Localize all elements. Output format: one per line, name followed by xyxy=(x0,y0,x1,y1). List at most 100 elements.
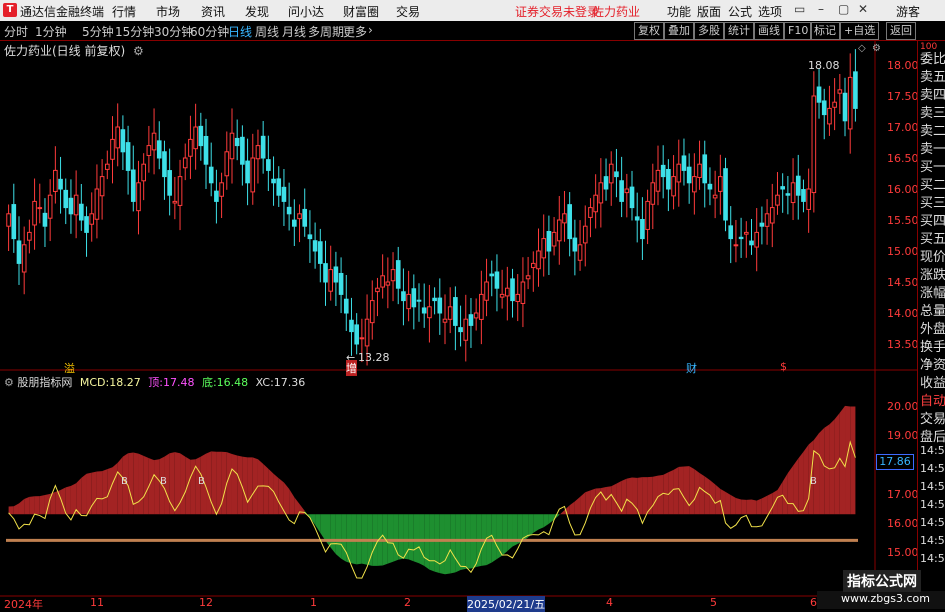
candle-body xyxy=(63,189,69,209)
overlay-button[interactable]: 叠加 xyxy=(664,22,694,40)
indicator-area-down xyxy=(533,514,539,533)
price-tick: 14.00 xyxy=(887,307,919,320)
indicator-area-up xyxy=(44,493,51,515)
tab-monthly[interactable]: 月线 xyxy=(282,23,306,40)
login-alert[interactable]: 证券交易未登录 xyxy=(515,3,599,20)
candle-body xyxy=(406,293,411,310)
message-icon[interactable]: ▭ xyxy=(794,2,805,16)
multi-stock-button[interactable]: 多股 xyxy=(694,22,724,40)
settings-icon[interactable]: ⚙ xyxy=(4,376,14,389)
indicator-area-up xyxy=(70,483,77,515)
tab-5min[interactable]: 5分钟 xyxy=(82,23,114,40)
event-mark[interactable]: 增 xyxy=(346,360,357,376)
watermark-url: www.zbgs3.com xyxy=(841,592,930,605)
candle-body xyxy=(811,95,817,194)
menu-hangqing[interactable]: 行情 xyxy=(112,3,136,20)
tab-daily[interactable]: 日线 xyxy=(228,23,252,40)
candle-body xyxy=(718,176,723,192)
xc-value: 17.36 xyxy=(273,376,306,389)
candle-body xyxy=(842,92,848,122)
event-mark[interactable]: $ xyxy=(780,360,787,373)
tab-fenshi[interactable]: 分时 xyxy=(4,23,28,40)
candle-body xyxy=(468,314,474,326)
candle-body xyxy=(214,190,219,202)
menu-shichang[interactable]: 市场 xyxy=(156,3,180,20)
candle-body xyxy=(203,135,209,165)
stats-button[interactable]: 统计 xyxy=(724,22,754,40)
menu-xuanxiang[interactable]: 选项 xyxy=(758,3,782,20)
tab-more[interactable]: 更多 xyxy=(343,23,367,40)
minimize-icon[interactable]: – xyxy=(818,2,824,16)
label-after-hours[interactable]: 盘后 xyxy=(920,426,945,445)
indicator-area-down xyxy=(398,514,404,560)
indicator-name[interactable]: 股朋指标网 xyxy=(17,376,72,389)
candle-body xyxy=(821,100,827,116)
candle-body xyxy=(588,207,593,218)
restore-icon[interactable]: ▢ xyxy=(838,2,849,16)
close-icon[interactable]: ✕ xyxy=(858,2,868,16)
menu-gongshi[interactable]: 公式 xyxy=(728,3,752,20)
indicator-area-up xyxy=(128,452,134,515)
indicator-area-up xyxy=(793,458,799,515)
candle-body xyxy=(260,135,266,159)
menu-jiaoyi[interactable]: 交易 xyxy=(396,3,420,20)
f10-button[interactable]: F10 xyxy=(784,22,813,40)
menu-gongneng[interactable]: 功能 xyxy=(667,3,691,20)
candle-body xyxy=(790,182,796,204)
candle-body xyxy=(634,216,640,221)
tab-15min[interactable]: 15分钟 xyxy=(115,23,154,40)
tab-60min[interactable]: 60分钟 xyxy=(190,23,229,40)
add-watchlist-button[interactable]: +自选 xyxy=(840,22,880,40)
candle-body xyxy=(198,125,204,147)
label-trade[interactable]: 交易 xyxy=(920,408,945,427)
candle-body xyxy=(442,318,448,323)
indicator-area-up xyxy=(590,488,596,515)
chevron-right-icon[interactable]: › xyxy=(368,23,373,37)
time-tick: 6 xyxy=(810,596,817,609)
label-sell5: 卖五 xyxy=(920,70,945,85)
candle-body xyxy=(785,193,791,196)
candle-body xyxy=(525,275,531,280)
restore-rights-button[interactable]: 复权 xyxy=(634,22,664,40)
candle-body xyxy=(551,231,557,247)
back-button[interactable]: 返回 xyxy=(886,22,916,40)
tab-weekly[interactable]: 周线 xyxy=(255,23,279,40)
menu-faxian[interactable]: 发现 xyxy=(245,3,269,20)
candle-body xyxy=(395,260,401,289)
menu-wenxiaoda[interactable]: 问小达 xyxy=(288,3,324,20)
bottom-label: 底: xyxy=(201,376,217,389)
time-tick: 2 xyxy=(404,596,411,609)
indicator-area-up xyxy=(574,496,581,515)
indicator-area-up xyxy=(24,496,30,515)
menu-zixun[interactable]: 资讯 xyxy=(201,3,225,20)
menu-caifuquan[interactable]: 财富圈 xyxy=(343,3,379,20)
draw-line-button[interactable]: 画线 xyxy=(754,22,784,40)
indicator-area-up xyxy=(715,484,721,515)
diamond-icon[interactable]: ◇ xyxy=(858,43,866,54)
candle-body xyxy=(801,189,806,202)
candle-body xyxy=(816,86,822,103)
tab-multi-period[interactable]: 多周期 xyxy=(308,23,344,40)
settings-small-icon[interactable]: ⚙ xyxy=(872,43,881,54)
candle-body xyxy=(562,213,567,224)
candle-body xyxy=(333,266,339,283)
menu-banmian[interactable]: 版面 xyxy=(697,3,721,20)
indicator-area-down xyxy=(335,514,342,559)
event-mark[interactable]: 财 xyxy=(686,360,697,376)
indicator-area-up xyxy=(709,480,716,515)
buy-mark: B xyxy=(810,476,817,487)
watermark-text: 指标公式网 xyxy=(843,570,921,592)
label-auto[interactable]: 自动 xyxy=(920,390,945,409)
candle-body xyxy=(795,175,801,196)
candle-body xyxy=(110,138,115,160)
candle-body xyxy=(219,182,224,197)
indicator-area-up xyxy=(746,499,752,515)
tab-30min[interactable]: 30分钟 xyxy=(154,23,193,40)
candle-body xyxy=(354,324,359,345)
tab-1min[interactable]: 1分钟 xyxy=(35,23,67,40)
mark-button[interactable]: 标记 xyxy=(810,22,840,40)
candle-body xyxy=(671,176,676,197)
tick-time: 14:56 xyxy=(920,480,945,493)
guest-label[interactable]: 游客 xyxy=(896,3,920,20)
candle-body xyxy=(286,206,292,215)
